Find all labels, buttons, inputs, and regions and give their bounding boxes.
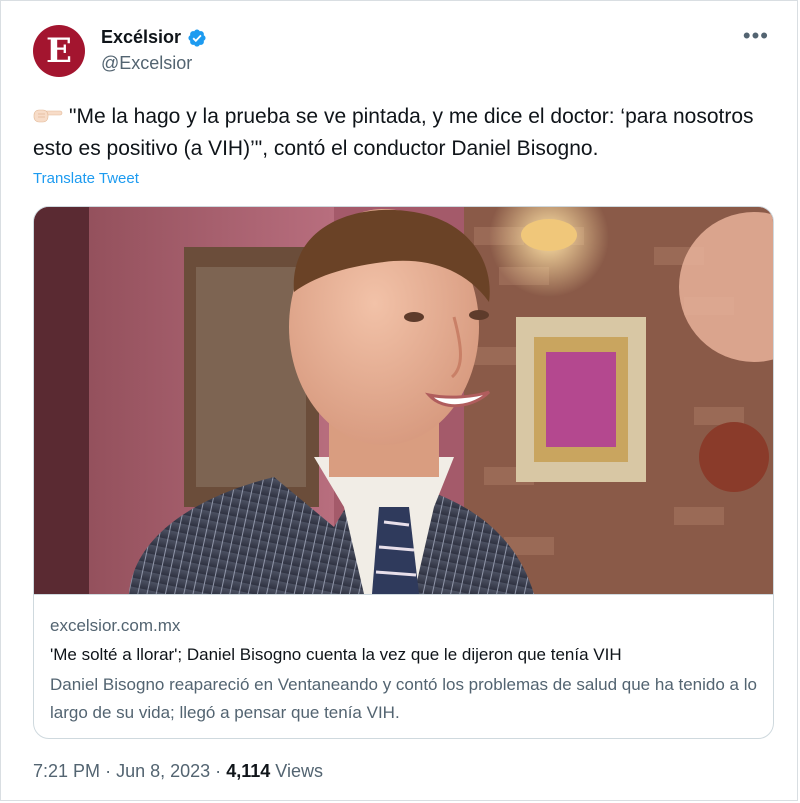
meta-separator-2: · bbox=[215, 761, 222, 781]
tweet-meta: 7:21 PM · Jun 8, 2023 · 4,114 Views bbox=[33, 761, 323, 782]
verified-badge-icon bbox=[188, 28, 206, 47]
card-description: Daniel Bisogno reapareció en Ventaneando… bbox=[50, 675, 757, 722]
author-name-row[interactable]: Excélsior bbox=[101, 27, 207, 48]
views-count[interactable]: 4,114 bbox=[226, 761, 270, 781]
handle[interactable]: @Excelsior bbox=[101, 53, 192, 74]
card-domain: excelsior.com.mx bbox=[50, 616, 181, 635]
avatar[interactable]: E bbox=[33, 25, 85, 77]
card-body[interactable]: excelsior.com.mx 'Me solté a llorar'; Da… bbox=[34, 594, 773, 738]
tweet-text: "Me la hago y la prueba se ve pintada, y… bbox=[33, 101, 773, 165]
tweet-body: "Me la hago y la prueba se ve pintada, y… bbox=[33, 105, 754, 160]
meta-separator: · bbox=[105, 761, 112, 781]
display-name[interactable]: Excélsior bbox=[101, 27, 181, 48]
pointing-hand-icon bbox=[33, 109, 63, 123]
card-image[interactable] bbox=[34, 207, 773, 594]
tweet-container: E Excélsior @Excelsior ••• "Me la hago y… bbox=[0, 0, 798, 801]
avatar-letter: E bbox=[46, 31, 72, 71]
views-label[interactable]: Views bbox=[275, 761, 323, 781]
translate-tweet-link[interactable]: Translate Tweet bbox=[33, 170, 139, 187]
tweet-time[interactable]: 7:21 PM bbox=[33, 761, 100, 781]
link-preview-card[interactable]: excelsior.com.mx 'Me solté a llorar'; Da… bbox=[33, 206, 774, 739]
more-options-icon[interactable]: ••• bbox=[743, 25, 769, 47]
tweet-date[interactable]: Jun 8, 2023 bbox=[116, 761, 210, 781]
card-title: 'Me solté a llorar'; Daniel Bisogno cuen… bbox=[50, 645, 622, 664]
